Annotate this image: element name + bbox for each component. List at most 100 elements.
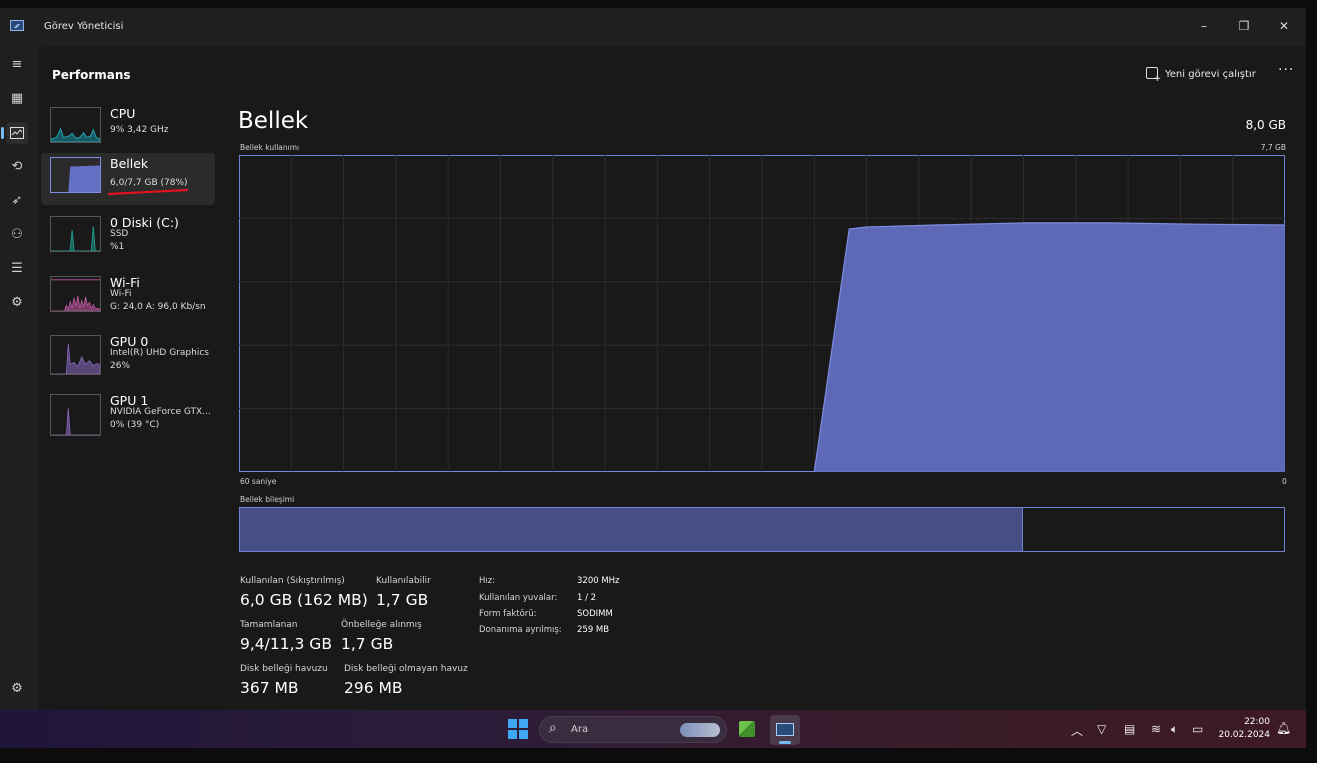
perf-item-wifi[interactable]: Wi-Fi Wi-Fi G: 24,0 A: 96,0 Kb/sn bbox=[41, 272, 215, 324]
battery-icon[interactable]: ▭ bbox=[1192, 722, 1203, 736]
available-value: 1,7 GB bbox=[376, 591, 429, 609]
perf-item-detail: 6,0/7,7 GB (78%) bbox=[110, 178, 188, 188]
users-icon[interactable]: ⚇ bbox=[6, 224, 28, 246]
settings-icon[interactable]: ⚙ bbox=[6, 678, 28, 700]
perf-item-detail: NVIDIA GeForce GTX... bbox=[110, 407, 211, 417]
memory-thumbnail bbox=[50, 157, 101, 193]
hardware-reserved-key: Donanıma ayrılmış: bbox=[479, 625, 562, 635]
in-use-value: 6,0 GB (162 MB) bbox=[240, 591, 368, 609]
perf-item-name: GPU 0 bbox=[110, 334, 149, 349]
perf-item-name: CPU bbox=[110, 106, 136, 121]
x-axis-right-label: 0 bbox=[1282, 477, 1287, 486]
cpu-thumbnail bbox=[50, 107, 101, 143]
perf-item-detail: Wi-Fi bbox=[110, 289, 132, 299]
form-factor-key: Form faktörü: bbox=[479, 609, 537, 619]
available-label: Kullanılabilir bbox=[376, 576, 431, 586]
gpu0-thumbnail bbox=[50, 335, 101, 375]
composition-label: Bellek bileşimi bbox=[240, 495, 295, 504]
wifi-thumbnail bbox=[50, 276, 101, 312]
more-options-button[interactable]: ··· bbox=[1278, 62, 1294, 78]
committed-value: 9,4/11,3 GB bbox=[240, 635, 332, 653]
startup-icon[interactable]: ➶ bbox=[6, 190, 28, 212]
perf-item-disk[interactable]: 0 Diski (C:) SSD %1 bbox=[41, 212, 215, 264]
taskbar-search-box[interactable]: ⌕ Ara bbox=[539, 716, 727, 743]
services-icon[interactable]: ⚙ bbox=[6, 292, 28, 314]
in-use-label: Kullanılan (Sıkıştırılmış) bbox=[240, 576, 345, 586]
memory-usage-max: 7,7 GB bbox=[1260, 143, 1286, 152]
perf-item-memory[interactable]: Bellek 6,0/7,7 GB (78%) bbox=[41, 153, 215, 205]
maximize-button[interactable]: ❐ bbox=[1229, 14, 1259, 38]
memory-usage-label: Bellek kullanımı bbox=[240, 143, 300, 152]
perf-item-name: 0 Diski (C:) bbox=[110, 215, 179, 230]
speed-value: 3200 MHz bbox=[577, 576, 620, 586]
perf-item-detail-2: 26% bbox=[110, 361, 131, 371]
committed-label: Tamamlanan bbox=[240, 620, 298, 630]
volume-icon[interactable]: 🔈︎ bbox=[1171, 722, 1178, 737]
clock-time: 22:00 bbox=[1244, 717, 1270, 727]
clock-date: 20.02.2024 bbox=[1218, 730, 1270, 740]
memory-composition-bar bbox=[239, 507, 1285, 552]
paged-pool-label: Disk belleği havuzu bbox=[240, 664, 328, 674]
form-factor-value: SODIMM bbox=[577, 609, 613, 619]
perf-item-name: Bellek bbox=[110, 156, 149, 171]
run-new-task-button[interactable]: Yeni görevi çalıştır bbox=[1146, 67, 1256, 84]
perf-item-gpu1[interactable]: GPU 1 NVIDIA GeForce GTX... 0% (39 °C) bbox=[41, 390, 215, 442]
perf-item-detail: 9% 3,42 GHz bbox=[110, 125, 169, 135]
page-title: Performans bbox=[52, 68, 131, 82]
minecraft-app-icon[interactable] bbox=[732, 715, 762, 745]
perf-item-detail-2: G: 24,0 A: 96,0 Kb/sn bbox=[110, 302, 206, 312]
history-icon[interactable]: ⟲ bbox=[6, 156, 28, 178]
wifi-icon[interactable]: ≋ bbox=[1151, 722, 1161, 736]
perf-item-cpu[interactable]: CPU 9% 3,42 GHz bbox=[41, 103, 215, 155]
nav-rail: ≡ ▦ ⟲ ➶ ⚇ ☰ ⚙ ⚙ bbox=[0, 48, 38, 710]
title-bar[interactable]: Görev Yöneticisi – ❐ ✕ bbox=[0, 8, 1306, 46]
disk-thumbnail bbox=[50, 216, 101, 252]
perf-item-detail-2: 0% (39 °C) bbox=[110, 420, 160, 430]
hamburger-icon[interactable]: ≡ bbox=[6, 54, 28, 76]
search-highlight-decoration bbox=[680, 723, 720, 737]
composition-available bbox=[1024, 508, 1284, 551]
paged-pool-value: 367 MB bbox=[240, 679, 299, 697]
perf-item-detail-2: %1 bbox=[110, 242, 125, 252]
memory-title: Bellek bbox=[238, 108, 309, 134]
perf-item-gpu0[interactable]: GPU 0 Intel(R) UHD Graphics 26% bbox=[41, 331, 215, 383]
run-new-task-label: Yeni görevi çalıştır bbox=[1165, 69, 1256, 80]
processes-icon[interactable]: ▦ bbox=[6, 88, 28, 110]
task-manager-window: Görev Yöneticisi – ❐ ✕ ≡ ▦ ⟲ ➶ ⚇ ☰ ⚙ ⚙ P… bbox=[0, 8, 1306, 710]
tray-overflow-chevron-icon[interactable]: ︿ bbox=[1071, 722, 1083, 739]
nonpaged-pool-label: Disk belleği olmayan havuz bbox=[344, 664, 468, 674]
speed-key: Hız: bbox=[479, 576, 496, 586]
cached-label: Önbelleğe alınmış bbox=[341, 620, 422, 630]
details-icon[interactable]: ☰ bbox=[6, 258, 28, 280]
close-button[interactable]: ✕ bbox=[1269, 14, 1299, 38]
performance-panel: Performans Yeni görevi çalıştır ··· CPU … bbox=[38, 46, 1306, 710]
taskbar: ⌕ Ara ︿ ▽ ▤ ≋ 🔈︎ ▭ 22:00 20.02.2024 🔔︎ bbox=[0, 710, 1306, 748]
nonpaged-pool-value: 296 MB bbox=[344, 679, 403, 697]
memory-usage-chart bbox=[239, 155, 1285, 472]
hardware-reserved-value: 259 MB bbox=[577, 625, 610, 635]
tray-app-icon[interactable]: ▽ bbox=[1097, 722, 1106, 736]
notification-bell-icon[interactable]: 🔔︎ bbox=[1276, 721, 1291, 735]
windows-start-icon[interactable] bbox=[508, 719, 528, 739]
perf-item-detail: Intel(R) UHD Graphics bbox=[110, 348, 209, 358]
tray-device-icon[interactable]: ▤ bbox=[1124, 722, 1135, 736]
red-underline-annotation bbox=[107, 188, 189, 196]
perf-item-detail: SSD bbox=[110, 229, 129, 239]
minimize-button[interactable]: – bbox=[1189, 14, 1219, 38]
search-placeholder: Ara bbox=[571, 724, 589, 735]
slots-key: Kullanılan yuvalar: bbox=[479, 593, 558, 603]
window-title: Görev Yöneticisi bbox=[44, 21, 124, 32]
gpu1-thumbnail bbox=[50, 394, 101, 436]
memory-total: 8,0 GB bbox=[1245, 118, 1286, 132]
performance-icon[interactable] bbox=[1, 122, 28, 144]
new-task-icon bbox=[1146, 67, 1161, 84]
perf-item-name: Wi-Fi bbox=[110, 275, 140, 290]
task-manager-app-icon bbox=[10, 20, 24, 31]
taskbar-clock[interactable]: 22:00 20.02.2024 bbox=[1212, 716, 1270, 742]
perf-item-name: GPU 1 bbox=[110, 393, 149, 408]
slots-value: 1 / 2 bbox=[577, 593, 597, 603]
composition-in-use bbox=[240, 508, 1023, 551]
task-manager-taskbar-icon[interactable] bbox=[770, 715, 800, 745]
cached-value: 1,7 GB bbox=[341, 635, 394, 653]
x-axis-left-label: 60 saniye bbox=[240, 477, 277, 486]
